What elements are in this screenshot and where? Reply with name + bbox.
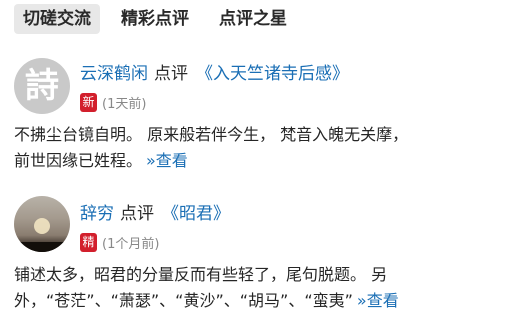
author-link[interactable]: 云深鹤闲 bbox=[80, 64, 148, 84]
review-text-line: 前世因缘已姓程。 bbox=[14, 151, 143, 170]
author-link[interactable]: 辞穷 bbox=[80, 204, 114, 224]
review-text-line: 铺述太多，昭君的分量反而有些轻了，尾句脱题。 另 bbox=[14, 265, 388, 284]
tab-discussion[interactable]: 切磋交流 bbox=[14, 4, 100, 34]
review-text-line: 不拂尘台镜自明。 原来般若伴今生， 梵音入魄无关摩， bbox=[14, 125, 409, 144]
tab-bar: 切磋交流 精彩点评 点评之星 bbox=[14, 4, 308, 34]
review-meta: 精 (1个月前) bbox=[80, 232, 159, 252]
review-header: 辞穷 点评 《昭君》 bbox=[80, 202, 230, 226]
review-label: 点评 bbox=[154, 64, 188, 84]
avatar-glyph: 詩 bbox=[25, 66, 59, 106]
avatar[interactable]: 詩 bbox=[14, 58, 70, 114]
new-badge: 新 bbox=[80, 92, 97, 112]
time-ago: (1天前) bbox=[102, 96, 147, 112]
review-header: 云深鹤闲 点评 《入天竺诸寺后感》 bbox=[80, 62, 349, 86]
avatar-ground-shape bbox=[14, 242, 70, 252]
review-label: 点评 bbox=[120, 204, 154, 224]
view-more-link[interactable]: »查看 bbox=[357, 291, 399, 310]
tab-featured-reviews[interactable]: 精彩点评 bbox=[112, 4, 198, 34]
poem-title-link[interactable]: 《入天竺诸寺后感》 bbox=[196, 64, 349, 84]
avatar-sun-shape bbox=[34, 218, 50, 234]
review-meta: 新 (1天前) bbox=[80, 92, 146, 112]
review-content: 不拂尘台镜自明。 原来般若伴今生， 梵音入魄无关摩， 前世因缘已姓程。 »查看 bbox=[14, 122, 520, 174]
time-ago: (1个月前) bbox=[102, 236, 160, 252]
review-text-line: 外，“苍茫”、“萧瑟”、“黄沙”、“胡马”、“蛮夷” bbox=[14, 291, 353, 310]
tab-review-stars[interactable]: 点评之星 bbox=[210, 4, 296, 34]
view-more-link[interactable]: »查看 bbox=[146, 151, 188, 170]
review-content: 铺述太多，昭君的分量反而有些轻了，尾句脱题。 另 外，“苍茫”、“萧瑟”、“黄沙… bbox=[14, 262, 520, 314]
avatar[interactable] bbox=[14, 196, 70, 252]
featured-badge: 精 bbox=[80, 232, 97, 252]
poem-title-link[interactable]: 《昭君》 bbox=[162, 204, 230, 224]
